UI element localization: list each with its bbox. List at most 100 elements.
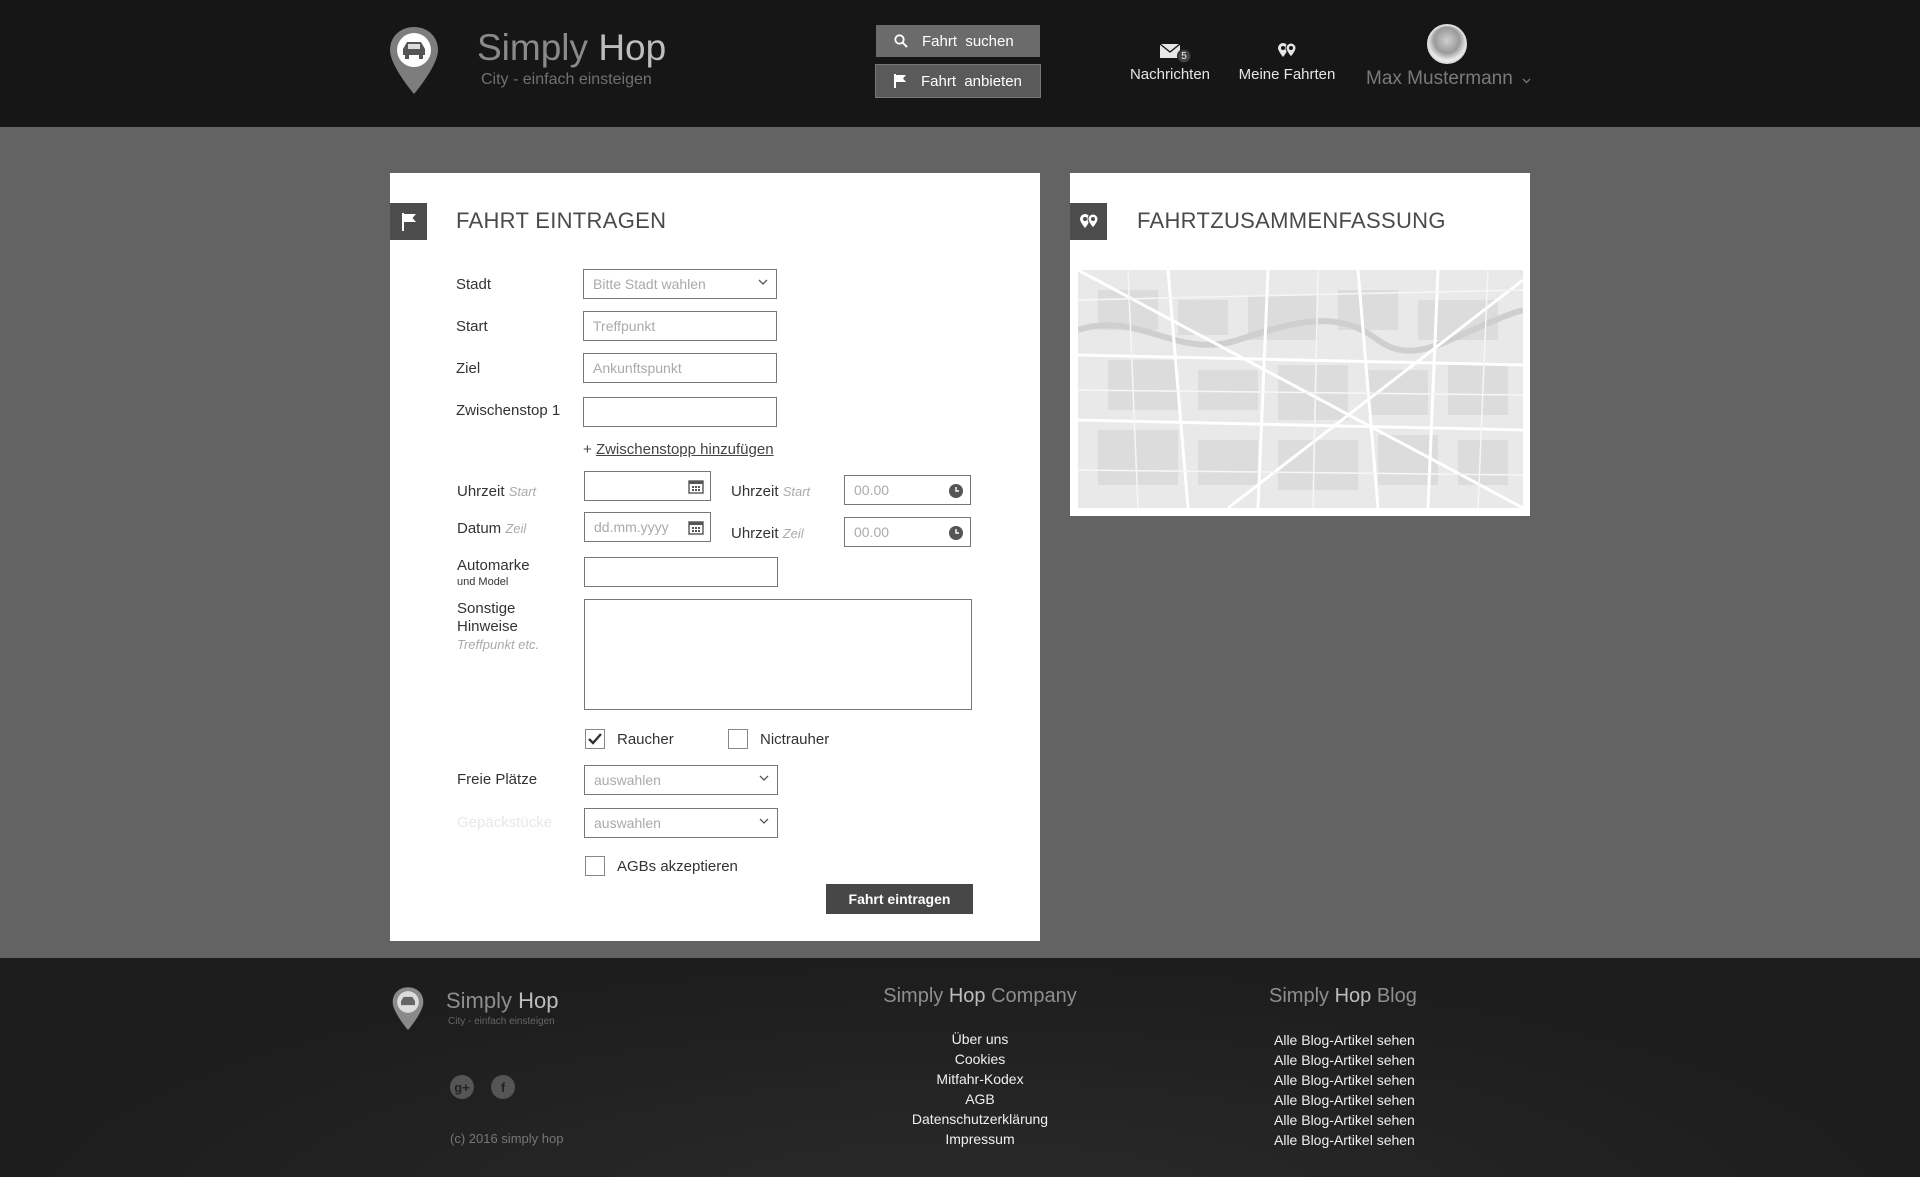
route-map[interactable] <box>1078 270 1523 508</box>
footer-link-agb[interactable]: AGB <box>880 1089 1080 1109</box>
start-label: Start <box>456 318 488 335</box>
date-start-input[interactable] <box>584 471 711 501</box>
chevron-down-icon <box>1522 78 1531 84</box>
time-end-input[interactable]: 00.00 <box>844 517 971 547</box>
nonsmoker-checkbox[interactable] <box>728 729 748 749</box>
nav-my-rides[interactable]: Meine Fahrten <box>1236 40 1338 83</box>
submit-ride-button[interactable]: Fahrt eintragen <box>826 884 973 914</box>
notes-hint: Treffpunkt etc. <box>457 637 540 652</box>
time-start-hint: Start <box>782 484 811 499</box>
clock-icon <box>949 484 963 498</box>
footer-company-links: Über uns Cookies Mitfahr-Kodex AGB Daten… <box>880 1029 1080 1149</box>
blog-link[interactable]: Alle Blog-Artikel sehen <box>1274 1090 1415 1110</box>
company-title-light: Simply <box>883 985 944 1007</box>
footer-brand-bold: Hop <box>518 988 559 1013</box>
date-end-input[interactable]: dd.mm.yyyy <box>584 512 711 542</box>
luggage-select-value: auswahlen <box>594 815 661 831</box>
car-model-input[interactable] <box>584 557 778 587</box>
car-label-text: Automarke <box>457 557 530 574</box>
footer-link-about[interactable]: Über uns <box>880 1029 1080 1049</box>
add-stopover-link[interactable]: + Zwischenstopp hinzufügen <box>583 441 774 458</box>
search-ride-label: Fahrt suchen <box>922 32 1014 50</box>
stopover-input[interactable] <box>583 397 777 427</box>
seats-select[interactable]: auswahlen <box>584 765 778 795</box>
user-avatar[interactable] <box>1427 24 1467 64</box>
google-plus-icon[interactable]: g+ <box>450 1075 474 1099</box>
city-select[interactable]: Bitte Stadt wahlen <box>583 269 777 299</box>
blog-title-light: Simply <box>1269 985 1330 1007</box>
start-placeholder: Treffpunkt <box>593 318 656 334</box>
luggage-select[interactable]: auswahlen <box>584 808 778 838</box>
offer-ride-label: Fahrt anbieten <box>921 72 1022 90</box>
route-pins-icon <box>1079 212 1099 229</box>
footer-brand[interactable]: Simply Hop <box>446 988 559 1014</box>
blog-link[interactable]: Alle Blog-Artikel sehen <box>1274 1030 1415 1050</box>
search-ride-button[interactable]: Fahrt suchen <box>876 25 1040 57</box>
time-end-hint: Zeil <box>782 526 804 541</box>
destination-input[interactable]: Ankunftspunkt <box>583 353 777 383</box>
panel-flag-badge <box>390 203 427 240</box>
brand-name[interactable]: Simply Hop <box>477 26 666 70</box>
smoker-label: Raucher <box>617 731 674 748</box>
blog-link[interactable]: Alle Blog-Artikel sehen <box>1274 1110 1415 1130</box>
agb-checkbox[interactable] <box>585 856 605 876</box>
stopover-label: Zwischenstop 1 <box>456 402 561 419</box>
footer-company-title: Simply Hop Company <box>880 985 1080 1008</box>
footer-blog-title: Simply Hop Blog <box>1269 985 1417 1008</box>
time-start-label-text: Uhrzeit <box>731 483 779 500</box>
user-menu[interactable]: Max Mustermann <box>1366 68 1531 90</box>
time-start-input[interactable]: 00.00 <box>844 475 971 505</box>
blog-link[interactable]: Alle Blog-Artikel sehen <box>1274 1050 1415 1070</box>
time-end-label: Uhrzeit Zeil <box>731 525 804 542</box>
calendar-icon <box>688 480 704 494</box>
summary-title: FAHRTZUSAMMENFASSUNG <box>1137 208 1446 233</box>
footer-logo-pin-icon[interactable] <box>390 986 426 1032</box>
nav-messages[interactable]: 5 Nachrichten <box>1128 40 1212 83</box>
clock-icon <box>949 526 963 540</box>
agb-label: AGBs akzeptieren <box>617 858 738 875</box>
notes-label: Sonstige Hinweise Treffpunkt etc. <box>457 600 539 654</box>
footer-blog-links: Alle Blog-Artikel sehen Alle Blog-Artike… <box>1274 1030 1415 1150</box>
logo-pin-icon[interactable] <box>388 25 440 97</box>
envelope-icon: 5 <box>1159 40 1191 63</box>
date-label-text: Datum <box>457 520 502 537</box>
time-start-label: Uhrzeit Start <box>731 483 810 500</box>
start-input[interactable]: Treffpunkt <box>583 311 777 341</box>
route-pins-icon <box>1276 40 1298 62</box>
car-label: Automarke und Model <box>457 558 530 590</box>
time-label-hint: Start <box>508 484 537 499</box>
offer-ride-button[interactable]: Fahrt anbieten <box>875 64 1041 98</box>
calendar-icon <box>688 521 704 535</box>
date-placeholder: dd.mm.yyyy <box>594 519 669 535</box>
blog-title-bold: Hop <box>1334 985 1372 1007</box>
notes-label-line1: Sonstige <box>457 600 516 617</box>
smoker-checkbox[interactable] <box>585 729 605 749</box>
city-label: Stadt <box>456 276 492 293</box>
footer-tagline: City - einfach einsteigen <box>448 1016 555 1027</box>
blog-link[interactable]: Alle Blog-Artikel sehen <box>1274 1070 1415 1090</box>
city-select-value: Bitte Stadt wahlen <box>593 276 706 292</box>
date-label: Datum Zeil <box>457 520 526 537</box>
footer-link-imprint[interactable]: Impressum <box>880 1129 1080 1149</box>
footer-link-cookies[interactable]: Cookies <box>880 1049 1080 1069</box>
checkmark-icon <box>588 733 602 745</box>
destination-label: Ziel <box>456 360 481 377</box>
facebook-icon[interactable]: f <box>491 1075 515 1099</box>
messages-label: Nachrichten <box>1129 66 1211 83</box>
destination-placeholder: Ankunftspunkt <box>593 360 682 376</box>
footer-brand-light: Simply <box>446 988 513 1013</box>
top-header: Simply Hop City - einfach einsteigen Fah… <box>0 0 1920 127</box>
luggage-label: Gepäckstücke <box>457 814 553 831</box>
brand-tagline: City - einfach einsteigen <box>481 71 652 88</box>
notes-textarea[interactable] <box>584 599 972 710</box>
summary-badge <box>1070 203 1107 240</box>
brand-bold: Hop <box>598 27 667 68</box>
time-label: Uhrzeit Start <box>457 483 536 500</box>
time-label-text: Uhrzeit <box>457 483 505 500</box>
footer-link-code[interactable]: Mitfahr-Kodex <box>880 1069 1080 1089</box>
footer-link-privacy[interactable]: Datenschutzerklärung <box>880 1109 1080 1129</box>
blog-link[interactable]: Alle Blog-Artikel sehen <box>1274 1130 1415 1150</box>
flag-icon <box>401 212 416 231</box>
seats-select-value: auswahlen <box>594 772 661 788</box>
search-icon <box>894 34 908 48</box>
